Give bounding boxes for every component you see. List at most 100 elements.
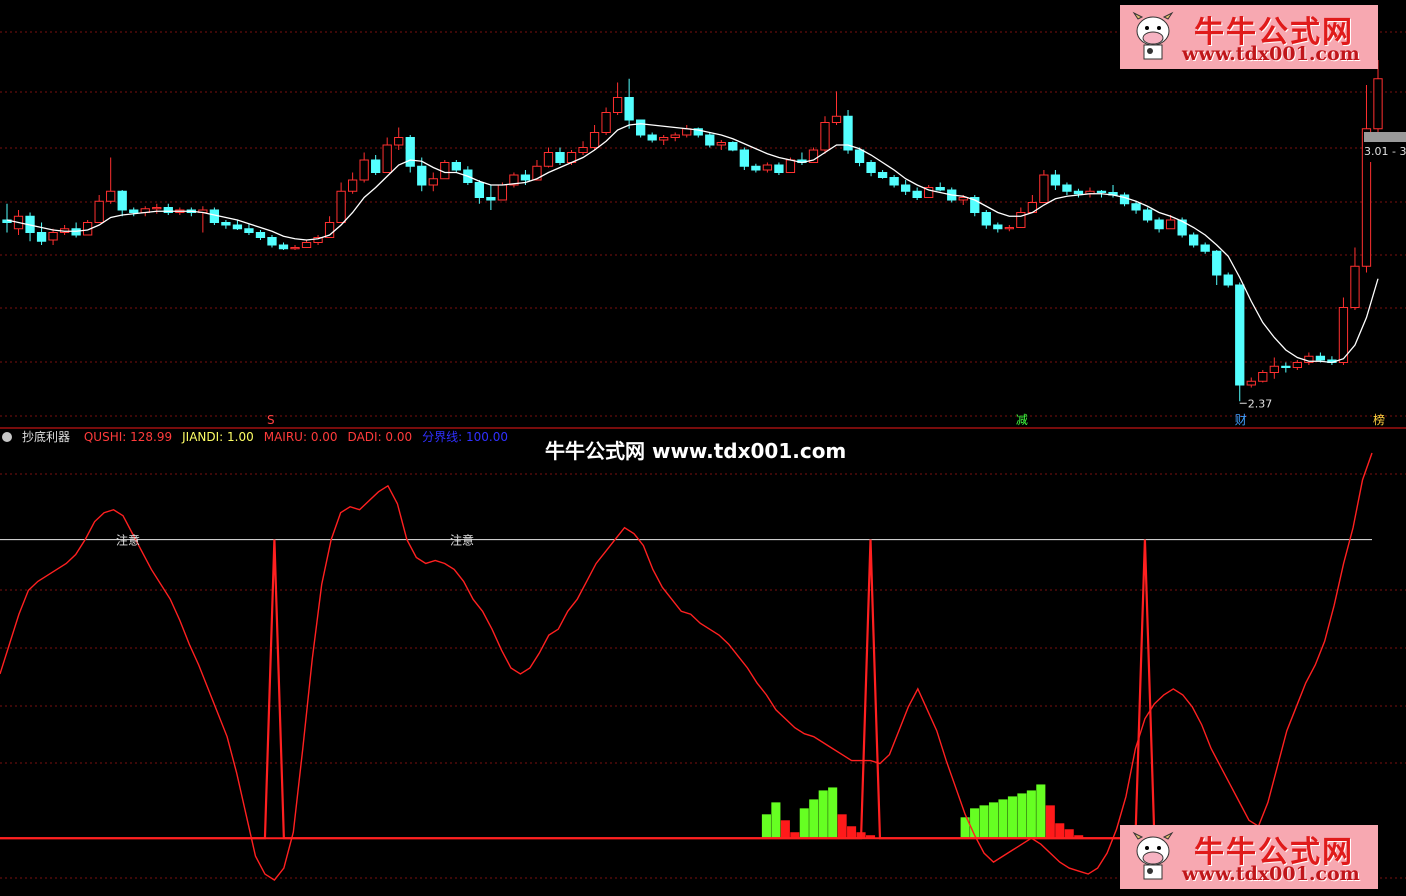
candle[interactable]	[232, 224, 243, 230]
candle[interactable]	[935, 187, 945, 191]
candle[interactable]	[1258, 372, 1268, 382]
candle[interactable]	[1350, 265, 1360, 308]
candle[interactable]	[267, 237, 277, 246]
candle[interactable]	[1246, 380, 1256, 386]
candle[interactable]	[543, 152, 554, 167]
candle[interactable]	[647, 134, 657, 141]
candle[interactable]	[589, 132, 600, 148]
candle[interactable]	[705, 134, 715, 146]
candle[interactable]	[1165, 219, 1176, 230]
candle[interactable]	[382, 144, 392, 173]
candle[interactable]	[716, 142, 726, 146]
candle[interactable]	[520, 174, 531, 181]
candle[interactable]	[659, 137, 669, 141]
candle[interactable]	[221, 222, 231, 226]
green-bar	[988, 802, 999, 839]
candle[interactable]	[774, 164, 784, 173]
candle[interactable]	[900, 184, 911, 192]
candle[interactable]	[474, 182, 485, 198]
green-bar	[818, 790, 828, 839]
candle[interactable]	[1212, 250, 1222, 276]
candle[interactable]	[1062, 184, 1072, 192]
candle[interactable]	[301, 242, 312, 248]
candle[interactable]	[624, 97, 634, 121]
candle[interactable]	[889, 177, 899, 186]
candle[interactable]	[1050, 174, 1061, 186]
candle[interactable]	[555, 152, 565, 163]
candle[interactable]	[854, 149, 865, 163]
candle[interactable]	[152, 207, 162, 210]
candle[interactable]	[129, 209, 139, 213]
candle[interactable]	[371, 159, 381, 173]
candle[interactable]	[451, 162, 461, 171]
candle[interactable]	[728, 142, 738, 151]
candle[interactable]	[394, 137, 404, 146]
candle[interactable]	[359, 159, 369, 181]
indicator-value: MAIRU: 0.00	[263, 430, 338, 444]
candle[interactable]	[497, 184, 508, 201]
price-label: 3.01 - 3	[1364, 132, 1406, 162]
red-bar	[1045, 805, 1055, 839]
candlestick-series[interactable]	[2, 60, 1383, 404]
candle[interactable]	[94, 200, 104, 223]
candle[interactable]	[1200, 244, 1210, 252]
candle[interactable]	[36, 232, 47, 242]
candle[interactable]	[1292, 362, 1303, 368]
candle[interactable]	[1131, 203, 1141, 211]
candle[interactable]	[117, 190, 127, 211]
candle[interactable]	[290, 247, 300, 250]
candle[interactable]	[428, 178, 438, 186]
candle[interactable]	[48, 232, 58, 241]
candle[interactable]	[762, 164, 773, 171]
candle[interactable]	[336, 190, 346, 223]
candle[interactable]	[244, 228, 254, 233]
candle[interactable]	[532, 165, 542, 181]
red-bar	[780, 820, 790, 839]
green-bar	[1017, 793, 1027, 839]
candle[interactable]	[1373, 78, 1383, 130]
candle[interactable]	[1315, 355, 1326, 361]
candle[interactable]	[255, 232, 266, 238]
candle[interactable]	[1154, 219, 1164, 230]
candle[interactable]	[278, 244, 289, 250]
candle[interactable]	[347, 179, 358, 192]
green-bar	[761, 814, 771, 839]
candle[interactable]	[1096, 190, 1107, 193]
candle[interactable]	[751, 165, 761, 171]
candle[interactable]	[1235, 284, 1245, 386]
candle[interactable]	[601, 112, 611, 133]
candle[interactable]	[1223, 274, 1233, 286]
candle[interactable]	[1039, 174, 1049, 203]
candle[interactable]	[578, 147, 588, 153]
watermark-text: 牛牛公式网 www.tdx001.com	[545, 439, 847, 463]
candle[interactable]	[912, 190, 922, 198]
candle[interactable]	[106, 190, 116, 202]
candle[interactable]	[1004, 227, 1014, 230]
candle[interactable]	[1142, 209, 1153, 221]
candle[interactable]	[739, 149, 749, 167]
candle[interactable]	[1269, 365, 1279, 373]
candle[interactable]	[981, 212, 991, 226]
candle[interactable]	[993, 224, 1003, 230]
red-bar	[1055, 823, 1065, 839]
candle[interactable]	[486, 197, 496, 201]
candle[interactable]	[636, 119, 646, 136]
candle[interactable]	[1281, 365, 1291, 368]
candle[interactable]	[1073, 190, 1084, 195]
green-bar	[799, 808, 809, 839]
cow-icon	[1132, 11, 1174, 60]
candle[interactable]	[831, 115, 842, 123]
candle[interactable]	[612, 97, 623, 113]
candle[interactable]	[866, 162, 876, 173]
candle[interactable]	[417, 165, 427, 186]
candle[interactable]	[785, 159, 796, 173]
candle[interactable]	[820, 122, 830, 151]
candle[interactable]	[1189, 234, 1199, 246]
candle[interactable]	[877, 172, 888, 178]
green-bar	[1036, 784, 1046, 839]
indicator-toggle-icon[interactable]	[2, 432, 12, 442]
candle[interactable]	[670, 134, 680, 138]
histogram-bars	[761, 784, 1084, 839]
green-bar	[1007, 796, 1017, 839]
candle[interactable]	[1338, 307, 1349, 363]
